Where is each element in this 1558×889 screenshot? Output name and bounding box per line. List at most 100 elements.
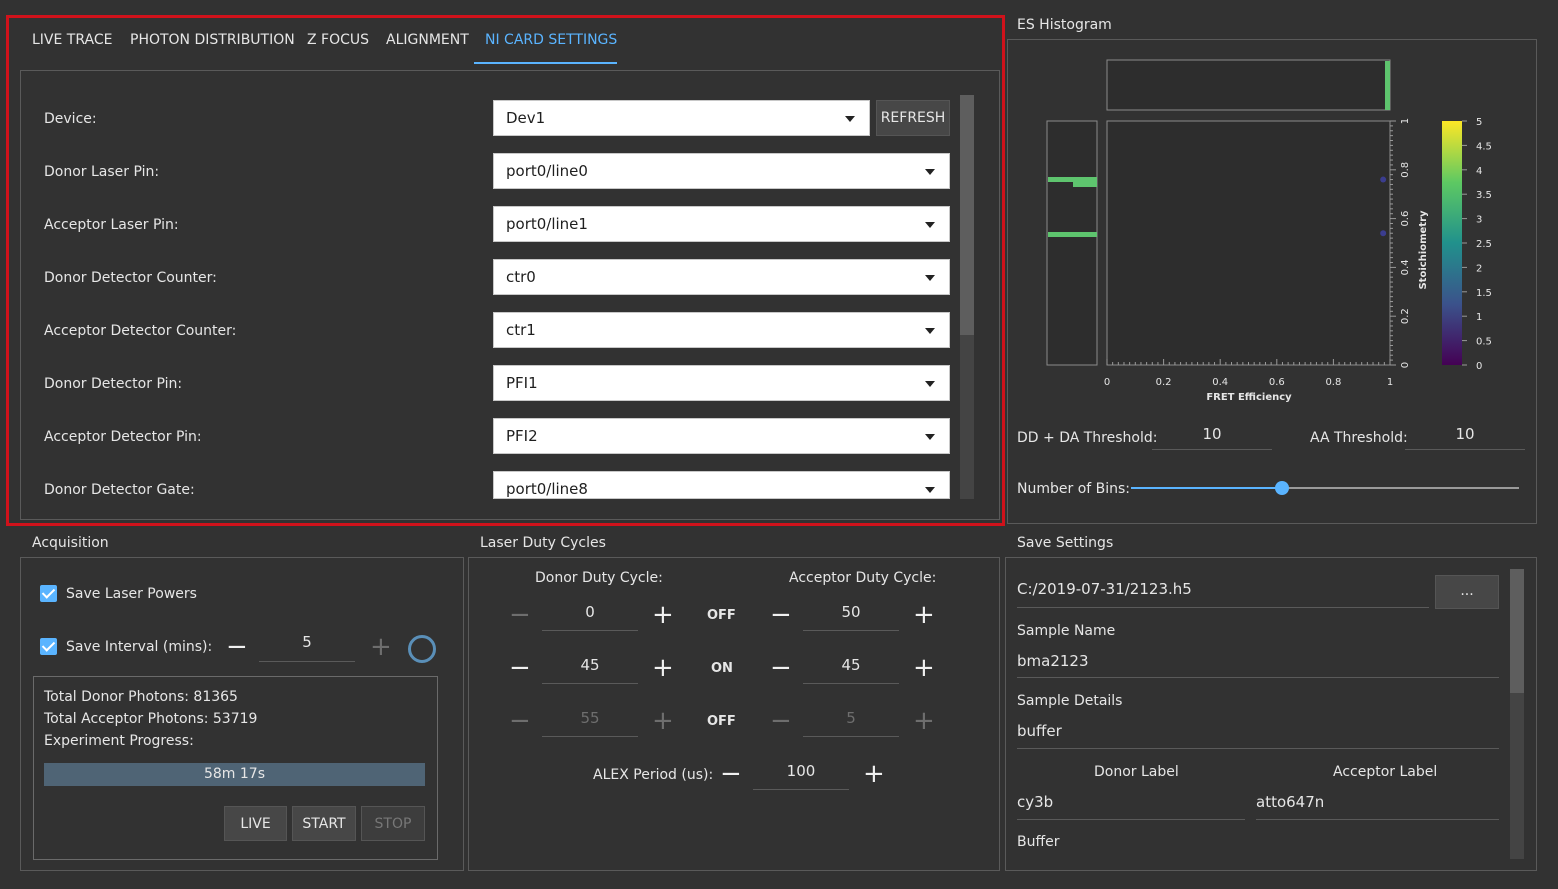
left-histogram-frame [1046,120,1098,366]
device-select[interactable]: Dev1 [493,100,870,136]
refresh-button[interactable]: REFRESH [876,100,950,136]
acceptor-duty-increment[interactable]: + [913,602,935,628]
acceptor-duty-input[interactable]: 45 [803,656,899,684]
x-tick-label: 0.6 [1269,377,1285,388]
x-tick-label: 0.2 [1156,377,1172,388]
tab-photon-distribution[interactable]: PHOTON DISTRIBUTION [130,32,295,48]
tab-ni-card-settings[interactable]: NI CARD SETTINGS [485,32,617,48]
chevron-down-icon [925,275,935,281]
y-tick-label: 0 [1400,362,1411,368]
sample-name-input[interactable]: bma2123 [1017,652,1499,678]
total-acceptor-photons: Total Acceptor Photons: 53719 [44,711,258,727]
ni-settings-scrollbar[interactable] [960,95,974,499]
es-histogram-plot: 0 0.2 0.4 0.6 0.8 1 0 0.2 0.4 0.6 0.8 1 FRET Effic… [1046,59,1492,403]
acceptor-duty-cycle-label: Acceptor Duty Cycle: [789,570,937,586]
colorbar-tick-label: 2.5 [1476,239,1492,250]
live-button[interactable]: LIVE [224,806,287,841]
donor-duty-decrement[interactable]: − [509,708,531,734]
alex-period-decrement[interactable]: − [720,761,742,787]
acceptor-duty-decrement[interactable]: − [770,602,792,628]
acceptor-duty-increment[interactable]: + [913,708,935,734]
tab-z-focus[interactable]: Z FOCUS [307,32,369,48]
acceptor-duty-decrement[interactable]: − [770,708,792,734]
donor-duty-input[interactable]: 45 [542,656,638,684]
tab-live-trace[interactable]: LIVE TRACE [32,32,112,48]
acceptor-label-input[interactable]: atto647n [1256,793,1499,820]
save-laser-powers-label: Save Laser Powers [66,586,197,602]
chevron-down-icon [925,222,935,228]
sample-details-input[interactable]: buffer [1017,722,1499,749]
acceptor-duty-increment[interactable]: + [913,655,935,681]
stop-button[interactable]: STOP [361,806,425,841]
scrollbar-thumb[interactable] [960,95,974,335]
donor-laser-pin-value: port0/line0 [506,162,588,180]
donor-detector-pin-select[interactable]: PFI1 [493,365,950,401]
bins-slider-track[interactable] [1131,481,1519,495]
donor-duty-increment[interactable]: + [652,602,674,628]
colorbar-tick-label: 1.5 [1476,288,1492,299]
save-interval-decrement[interactable]: − [226,634,248,660]
aa-threshold-input[interactable]: 10 [1405,425,1525,450]
colorbar-tick-label: 1 [1476,312,1482,323]
acceptor-duty-input[interactable]: 50 [803,603,899,631]
acceptor-duty-input[interactable]: 5 [803,709,899,737]
save-interval-increment[interactable]: + [370,634,392,660]
start-button[interactable]: START [292,806,356,841]
y-axis-minor-ticks [1390,120,1396,366]
donor-detector-counter-select[interactable]: ctr0 [493,259,950,295]
browse-button[interactable]: ... [1435,575,1499,609]
scrollbar-thumb[interactable] [1510,569,1524,693]
donor-label-input[interactable]: cy3b [1017,793,1245,820]
save-laser-powers-checkbox[interactable] [40,585,57,602]
scatter-plot-area [1106,120,1391,366]
dd-da-threshold-input[interactable]: 10 [1152,425,1272,450]
scatter-point [1380,176,1387,183]
colorbar-tick-label: 4.5 [1476,141,1492,152]
donor-duty-input[interactable]: 55 [542,709,638,737]
acceptor-label-label: Acceptor Label [1333,764,1438,780]
acceptor-detector-counter-select[interactable]: ctr1 [493,312,950,348]
sample-name-label: Sample Name [1017,623,1116,639]
left-histogram-bar [1048,232,1097,237]
donor-duty-decrement[interactable]: − [509,602,531,628]
acceptor-laser-pin-label: Acceptor Laser Pin: [44,217,179,233]
donor-duty-decrement[interactable]: − [509,655,531,681]
acceptor-laser-pin-select[interactable]: port0/line1 [493,206,950,242]
acceptor-duty-decrement[interactable]: − [770,655,792,681]
donor-detector-gate-value: port0/line8 [506,480,588,498]
donor-duty-input[interactable]: 0 [542,603,638,631]
aa-threshold-label: AA Threshold: [1310,430,1408,446]
acceptor-detector-pin-value: PFI2 [506,427,538,445]
donor-duty-increment[interactable]: + [652,655,674,681]
acceptor-detector-pin-label: Acceptor Detector Pin: [44,429,202,445]
chevron-down-icon [925,381,935,387]
chevron-down-icon [925,487,935,493]
duty-state: OFF [707,608,736,623]
save-settings-scrollbar[interactable] [1510,569,1524,859]
alex-period-increment[interactable]: + [863,761,885,787]
alex-period-input[interactable]: 100 [753,762,849,790]
colorbar-tick-label: 4 [1476,166,1482,177]
acceptor-detector-pin-select[interactable]: PFI2 [493,418,950,454]
donor-laser-pin-select[interactable]: port0/line0 [493,153,950,189]
save-interval-checkbox[interactable] [40,638,57,655]
acceptor-detector-counter-label: Acceptor Detector Counter: [44,323,237,339]
total-donor-photons: Total Donor Photons: 81365 [44,689,238,705]
duty-state: OFF [707,714,736,729]
x-tick-label: 0 [1104,377,1110,388]
chevron-down-icon [845,116,855,122]
tab-alignment[interactable]: ALIGNMENT [386,32,469,48]
experiment-progress-bar: 58m 17s [44,763,425,786]
chevron-down-icon [925,434,935,440]
donor-detector-gate-select[interactable]: port0/line8 [493,471,950,499]
bins-label: Number of Bins: [1017,481,1131,497]
colorbar-tick-label: 2 [1476,263,1482,274]
x-tick-label: 0.8 [1325,377,1341,388]
scatter-point [1380,230,1387,237]
donor-detector-gate-label: Donor Detector Gate: [44,482,195,498]
donor-duty-increment[interactable]: + [652,708,674,734]
save-path-input[interactable]: C:/2019-07-31/2123.h5 [1017,580,1429,608]
save-interval-input[interactable]: 5 [259,633,355,662]
y-tick-labels: 0 0.2 0.4 0.6 0.8 1 [1400,118,1411,368]
laser-duty-cycles-title: Laser Duty Cycles [480,535,606,551]
